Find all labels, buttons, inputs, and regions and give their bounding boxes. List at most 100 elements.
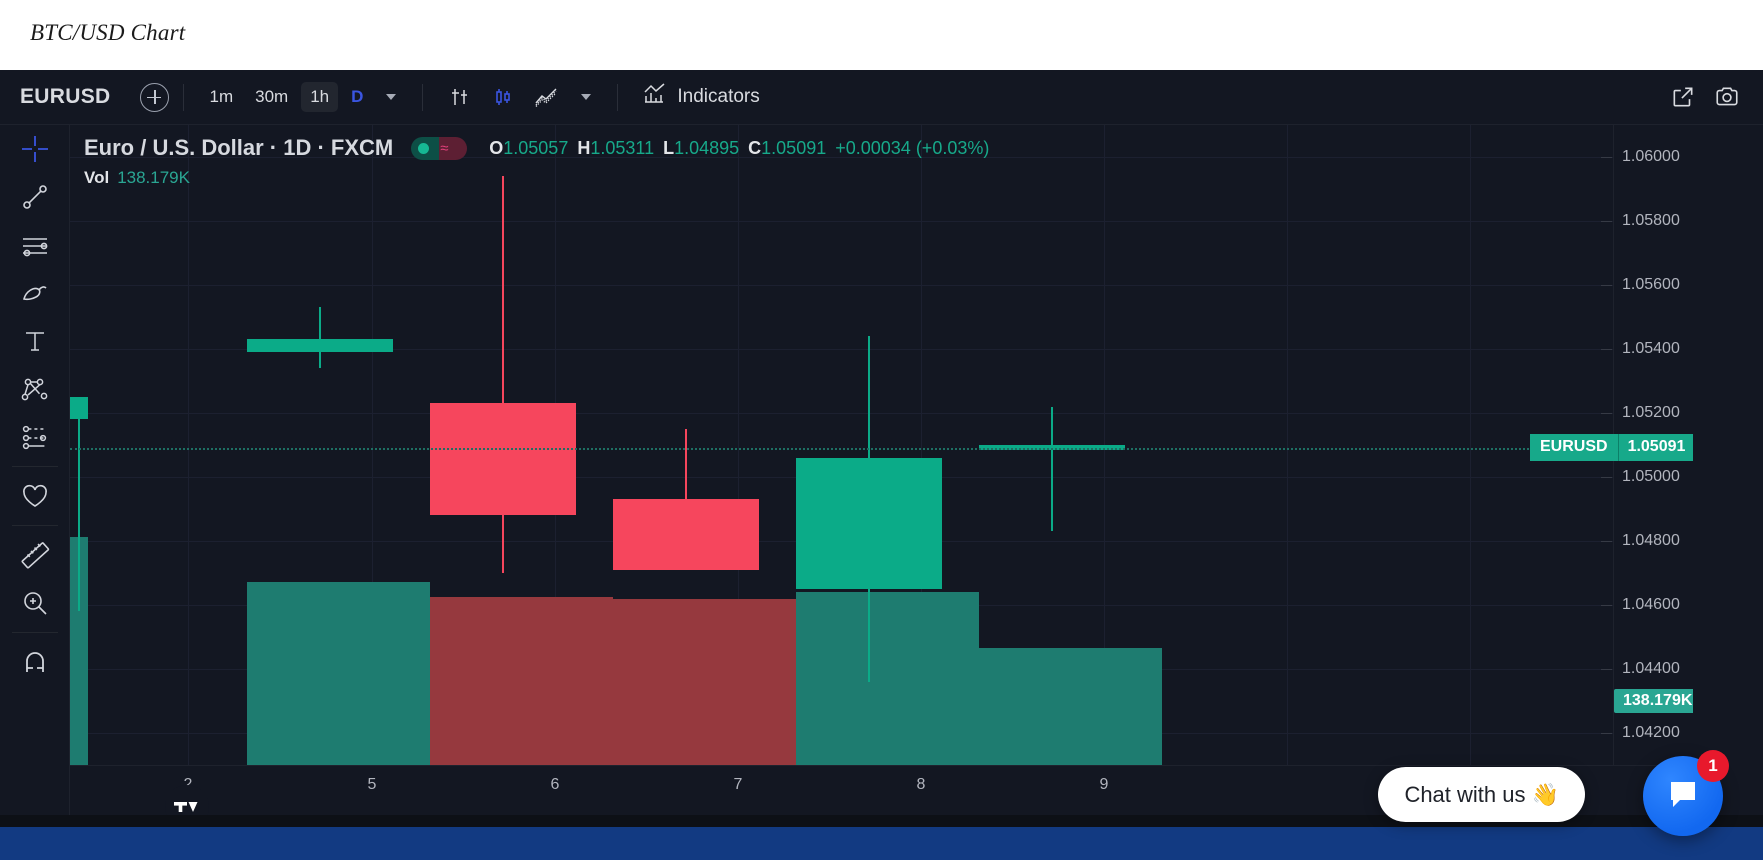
time-tick-label: 5 [368, 776, 377, 794]
timeframe-30m[interactable]: 30m [246, 82, 297, 112]
volume-label: Vol [84, 168, 109, 187]
indicators-button[interactable]: Indicators [642, 82, 759, 112]
forecast-tool[interactable] [0, 413, 70, 461]
chart-type-chevron-down-icon[interactable] [581, 94, 591, 100]
time-tick-label: 9 [1100, 776, 1109, 794]
area-chart-icon[interactable] [530, 82, 564, 112]
legend-title: Euro / U.S. Dollar · 1D · FXCM [84, 135, 393, 161]
ohlc-l-value: 1.04895 [674, 138, 739, 158]
current-price-badge-value: 1.05091 [1618, 434, 1693, 461]
volume-bar [979, 648, 1162, 765]
price-tick-label: 1.05000 [1622, 468, 1680, 486]
price-tick-mark [1601, 221, 1612, 222]
market-status-pill[interactable]: ≈ [411, 137, 467, 160]
favorites-tool[interactable] [0, 472, 70, 520]
toolbar-divider-2 [422, 84, 423, 111]
toolbar-right-group [1661, 82, 1763, 112]
candle-body [613, 499, 759, 569]
candle-body [796, 458, 942, 589]
price-tick-mark [1601, 733, 1612, 734]
realtime-wave-icon: ≈ [440, 141, 448, 156]
time-tick-label: 8 [917, 776, 926, 794]
timeframe-d[interactable]: D [342, 82, 372, 112]
current-price-badge[interactable]: EURUSD1.05091 [1530, 434, 1693, 461]
price-tick-label: 1.04800 [1622, 532, 1680, 550]
price-tick-mark [1601, 349, 1612, 350]
add-symbol-button[interactable] [140, 83, 169, 112]
horizontal-lines-tool[interactable] [0, 221, 70, 269]
toolbar-sep-c [12, 632, 58, 633]
timeframe-1h[interactable]: 1h [301, 82, 338, 112]
time-gridline [188, 125, 189, 765]
ohlc-values: O1.05057H1.05311L1.04895C1.05091+0.00034… [489, 138, 989, 159]
candle-wick [1051, 407, 1053, 532]
chat-prompt-text: Chat with us 👋 [1404, 782, 1559, 808]
current-price-badge-symbol: EURUSD [1530, 434, 1618, 461]
camera-icon[interactable] [1710, 82, 1744, 112]
chart-plot-area[interactable] [70, 125, 1613, 765]
volume-value-badge: 138.179K [1614, 689, 1693, 713]
time-tick-label: 6 [551, 776, 560, 794]
price-axis[interactable]: 1.06000 1.05800 1.05600 1.05400 1.05200 1.050… [1613, 125, 1693, 765]
price-tick-label: 1.06000 [1622, 148, 1680, 166]
price-tick-mark [1601, 541, 1612, 542]
volume-bar [430, 597, 613, 765]
ohlc-h-label: H [577, 138, 590, 158]
price-tick-label: 1.05800 [1622, 212, 1680, 230]
text-tool[interactable] [0, 317, 70, 365]
price-tick-label: 1.05200 [1622, 404, 1680, 422]
candlestick-icon[interactable] [486, 82, 520, 112]
price-tick-mark [1601, 605, 1612, 606]
ohlc-l-label: L [663, 138, 674, 158]
chat-message-icon [1665, 776, 1701, 817]
volume-value: 138.179K [117, 168, 190, 187]
indicators-icon [642, 82, 668, 112]
toolbar-sep-b [12, 525, 58, 526]
tradingview-widget: EURUSD 1m 30m 1h D [0, 70, 1763, 815]
candle-wick [78, 397, 80, 611]
price-gridline [70, 285, 1613, 286]
zoom-tool[interactable] [0, 579, 70, 627]
ohlc-h-value: 1.05311 [590, 138, 654, 158]
time-tick-label: 7 [734, 776, 743, 794]
trend-line-tool[interactable] [0, 173, 70, 221]
chat-unread-badge: 1 [1697, 750, 1729, 782]
drawing-toolbar [0, 125, 70, 815]
chat-prompt-bubble[interactable]: Chat with us 👋 [1378, 767, 1585, 822]
page-title: BTC/USD Chart [30, 20, 185, 46]
price-tick-label: 1.04400 [1622, 660, 1680, 678]
price-tick-mark [1601, 285, 1612, 286]
chevron-down-icon[interactable] [386, 94, 396, 100]
toolbar-sep-a [12, 466, 58, 467]
crosshair-tool[interactable] [0, 125, 70, 173]
candle-body [70, 397, 88, 419]
candle-wick [319, 307, 321, 368]
ohlc-change: +0.00034 (+0.03%) [835, 138, 989, 158]
symbol-button[interactable]: EURUSD [12, 81, 118, 113]
volume-legend: Vol 138.179K [84, 168, 989, 188]
open-external-icon[interactable] [1666, 82, 1700, 112]
price-tick-label: 1.04600 [1622, 596, 1680, 614]
page-header: BTC/USD Chart [0, 0, 1763, 70]
price-tick-label: 1.05600 [1622, 276, 1680, 294]
price-gridline [70, 413, 1613, 414]
toolbar-divider-1 [183, 84, 184, 111]
brush-tool[interactable] [0, 269, 70, 317]
price-gridline [70, 221, 1613, 222]
price-tick-label: 1.05400 [1622, 340, 1680, 358]
price-tick-mark [1601, 477, 1612, 478]
patterns-tool[interactable] [0, 365, 70, 413]
chart-pane[interactable]: Euro / U.S. Dollar · 1D · FXCM ≈ O1.0505… [70, 125, 1693, 815]
volume-bar [247, 582, 430, 765]
magnet-tool[interactable] [0, 638, 70, 686]
bar-chart-icon[interactable] [442, 82, 476, 112]
ohlc-c-value: 1.05091 [761, 138, 826, 158]
price-tick-mark [1601, 157, 1612, 158]
timeframe-1m[interactable]: 1m [200, 82, 242, 112]
ohlc-o-label: O [489, 138, 503, 158]
measure-tool[interactable] [0, 531, 70, 579]
toolbar-divider-3 [617, 84, 618, 111]
candle-body [247, 339, 393, 352]
price-tick-mark [1601, 669, 1612, 670]
footer-band [0, 827, 1763, 860]
